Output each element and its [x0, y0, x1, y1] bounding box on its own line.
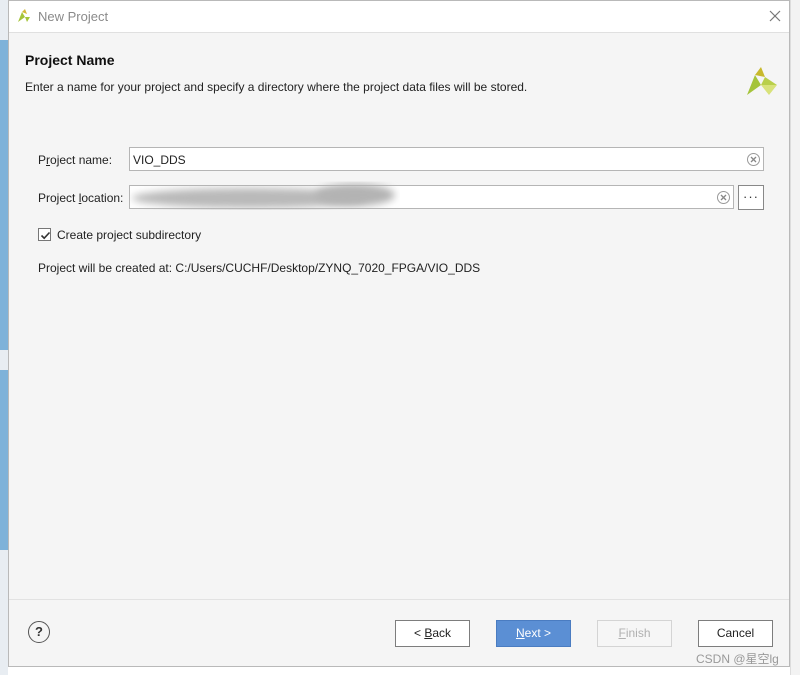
browse-button[interactable]: ···	[738, 185, 764, 210]
background-panel	[0, 40, 8, 350]
page-subtitle: Enter a name for your project and specif…	[25, 80, 528, 94]
background-app-left	[0, 0, 8, 675]
page-title: Project Name	[25, 52, 115, 68]
watermark: CSDN @星空lg	[696, 652, 779, 666]
browse-label: ···	[743, 189, 759, 204]
background-panel	[0, 370, 8, 550]
create-subdirectory-checkbox[interactable]	[38, 228, 51, 241]
project-location-input[interactable]	[129, 184, 734, 209]
clear-icon[interactable]	[717, 191, 730, 204]
close-icon[interactable]	[766, 7, 784, 25]
create-subdirectory-label: Create project subdirectory	[57, 228, 202, 242]
redacted-location-mark	[132, 184, 395, 208]
window-title: New Project	[38, 9, 109, 24]
project-name-value: VIO_DDS	[133, 153, 186, 167]
project-location-label: Project location:	[38, 191, 124, 205]
project-name-input[interactable]: VIO_DDS	[129, 147, 764, 171]
created-at-text: Project will be created at: C:/Users/CUC…	[38, 261, 481, 275]
vivado-logo-icon	[747, 67, 777, 95]
footer-divider	[9, 599, 789, 600]
clear-icon[interactable]	[747, 153, 760, 166]
project-name-label: Project name:	[38, 153, 113, 167]
back-button[interactable]: < Back	[395, 620, 470, 647]
vivado-logo-icon	[18, 9, 30, 22]
check-icon	[40, 231, 51, 240]
finish-button[interactable]: Finish	[597, 620, 672, 647]
help-icon[interactable]: ?	[28, 621, 50, 643]
background-app-right	[790, 0, 800, 675]
new-project-dialog: New Project Project Name Enter a name fo…	[8, 0, 790, 667]
title-bar: New Project	[9, 1, 789, 33]
next-button[interactable]: Next >	[496, 620, 571, 647]
cancel-button[interactable]: Cancel	[698, 620, 773, 647]
